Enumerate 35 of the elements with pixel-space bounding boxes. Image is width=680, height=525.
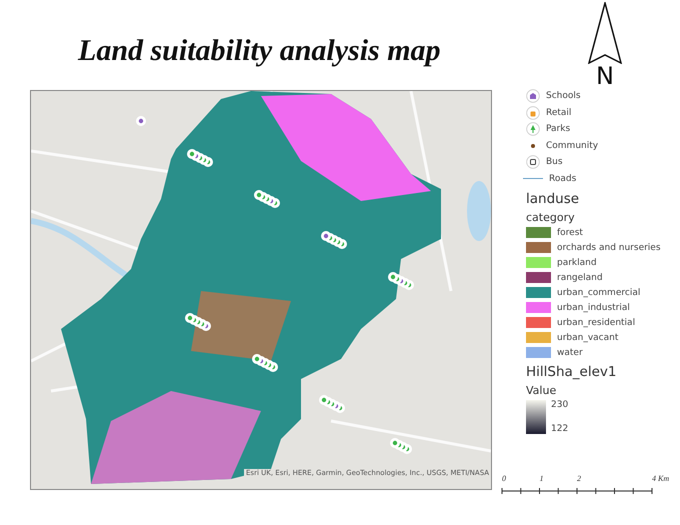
scale-label: 4 Km [652, 474, 670, 483]
ramp-high-label: 230 [551, 400, 568, 410]
legend-label: forest [557, 228, 583, 238]
map-title: Land suitability analysis map [78, 34, 441, 69]
legend-label: water [557, 348, 583, 358]
legend-label: Community [546, 140, 598, 151]
legend-label: Roads [549, 174, 576, 184]
road-line-icon [523, 177, 543, 180]
legend-label: orchards and nurseries [557, 242, 661, 252]
north-arrow-icon [587, 2, 623, 64]
legend-label: urban_vacant [557, 332, 618, 342]
scale-label: 0 [502, 474, 506, 483]
bus-icon [526, 155, 540, 170]
shopping-bag-icon [526, 106, 540, 120]
tree-icon [526, 122, 540, 136]
scale-label: 2 [577, 474, 581, 483]
legend-heading: landuse [526, 191, 580, 207]
legend-label: Schools [546, 91, 581, 102]
legend-label: urban_industrial [557, 302, 630, 312]
scale-label: 1 [540, 474, 544, 483]
legend-label: Parks [546, 124, 570, 134]
legend-label: rangeland [557, 272, 603, 282]
legend-label: urban_residential [557, 318, 636, 328]
legend-label: Retail [546, 108, 572, 118]
legend-heading: HillSha_elev1 [526, 364, 618, 380]
north-label: N [596, 64, 614, 88]
legend-label: parkland [557, 258, 597, 268]
legend-field-label: category [526, 211, 576, 224]
gradient-ramp [526, 400, 546, 434]
school-icon [526, 89, 540, 104]
ramp-low-label: 122 [551, 424, 568, 434]
legend-label: Bus [546, 157, 563, 168]
scale-bar-icon [501, 488, 653, 494]
legend-field-label: Value [526, 384, 558, 397]
legend-label: urban_commercial [557, 288, 640, 298]
